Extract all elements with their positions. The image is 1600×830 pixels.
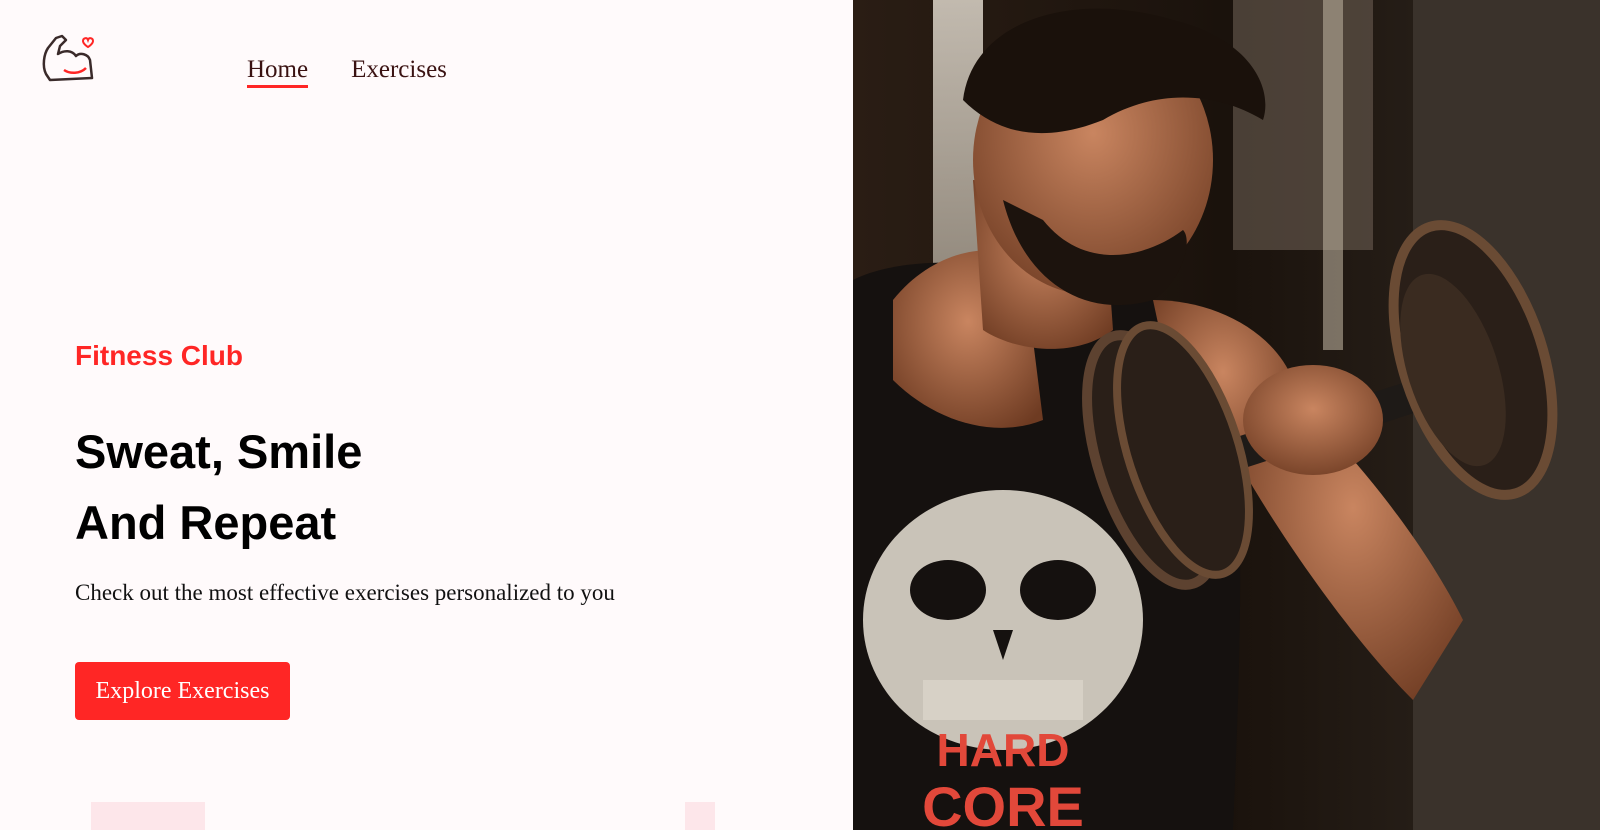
hero-banner-image: HARD CORE <box>853 0 1600 830</box>
next-section-card-peek <box>91 802 205 830</box>
hero-kicker: Fitness Club <box>75 340 244 371</box>
main-nav: Home Exercises <box>247 56 447 88</box>
shirt-text-hard: HARD <box>937 724 1070 776</box>
next-section-card-peek-right <box>685 802 715 830</box>
nav-link-home[interactable]: Home <box>247 56 309 88</box>
hero-headline: Sweat, Smile And Repeat <box>75 416 362 558</box>
hero-headline-line2: And Repeat <box>75 496 337 549</box>
logo-flexed-arm-heart-icon[interactable] <box>40 30 96 86</box>
hero-left-panel: Home Exercises Fitness Club Sweat, Smile… <box>0 0 853 830</box>
banner-photo-illustration: HARD CORE <box>853 0 1600 830</box>
shirt-text-core: CORE <box>922 775 1084 830</box>
hero-headline-line1: Sweat, Smile <box>75 425 363 478</box>
nav-link-exercises[interactable]: Exercises <box>351 56 447 84</box>
hero-subtitle: Check out the most effective exercises p… <box>75 580 615 605</box>
explore-exercises-button[interactable]: Explore Exercises <box>75 662 290 720</box>
